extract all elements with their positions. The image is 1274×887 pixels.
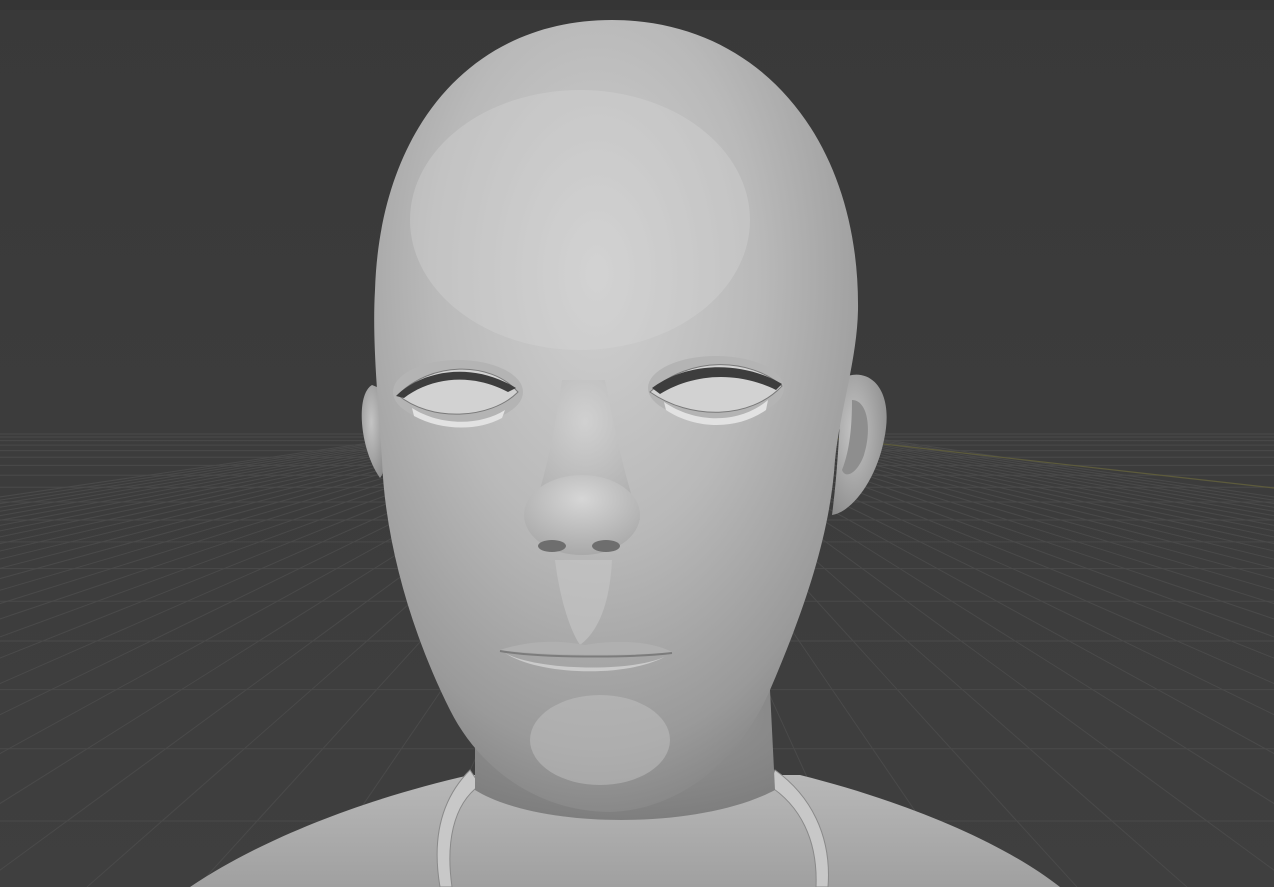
forehead-highlight bbox=[410, 90, 750, 350]
left-nostril bbox=[538, 540, 566, 552]
viewport-canvas[interactable] bbox=[0, 0, 1274, 887]
3d-viewport[interactable] bbox=[0, 0, 1274, 887]
right-nostril bbox=[592, 540, 620, 552]
chin-highlight bbox=[530, 695, 670, 785]
viewport-top-edge bbox=[0, 0, 1274, 10]
